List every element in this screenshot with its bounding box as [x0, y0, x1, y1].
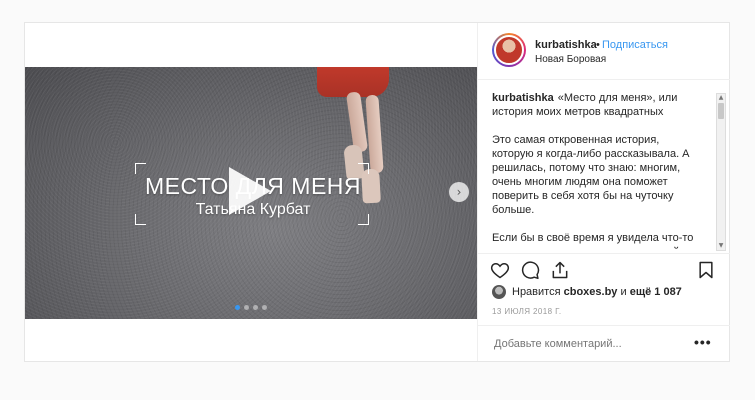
scroll-down-icon[interactable]: ▼ [717, 242, 725, 250]
username-link[interactable]: kurbatishka [535, 39, 597, 51]
post-date[interactable]: 13 ИЮЛЯ 2018 Г. [492, 307, 561, 316]
post-video[interactable]: МЕСТО ДЛЯ МЕНЯ Татьяна Курбат › [25, 67, 477, 319]
post-sidebar: kurbatishka • Подписаться Новая Боровая … [477, 23, 730, 361]
liker-username[interactable]: cboxes.by [564, 286, 618, 298]
caption: kurbatishka «Место для меня», или история… [492, 91, 702, 249]
likes-row: Нравится cboxes.by и ещё 1 087 [492, 285, 682, 299]
carousel-indicator [235, 305, 267, 310]
follow-separator: • [596, 39, 600, 51]
heart-icon[interactable] [490, 260, 510, 280]
more-options-icon[interactable]: ••• [694, 334, 712, 350]
caption-intro: kurbatishka «Место для меня», или история… [492, 91, 702, 119]
share-icon[interactable] [550, 260, 570, 280]
carousel-dot [244, 305, 249, 310]
scroll-thumb[interactable] [718, 103, 724, 119]
caption-paragraph-2: Если бы в своё время я увидела что-то по… [492, 232, 694, 249]
play-icon[interactable] [229, 167, 271, 215]
avatar[interactable] [492, 33, 526, 67]
likes-count[interactable]: ещё 1 087 [630, 286, 682, 298]
caption-scrollbar[interactable]: ▲ ▼ [716, 93, 726, 251]
follow-button[interactable]: Подписаться [602, 39, 668, 51]
avatar-image [494, 35, 524, 65]
comment-input[interactable] [492, 337, 676, 351]
scroll-up-icon[interactable]: ▲ [717, 94, 725, 102]
liker-avatar[interactable] [492, 285, 506, 299]
action-bar [478, 253, 730, 284]
carousel-dot [235, 305, 240, 310]
bookmark-icon[interactable] [696, 260, 716, 280]
post-header: kurbatishka • Подписаться Новая Боровая [478, 23, 730, 80]
chevron-right-icon[interactable]: › [449, 182, 469, 202]
post-card: МЕСТО ДЛЯ МЕНЯ Татьяна Курбат › kurbatis… [24, 22, 730, 362]
likes-prefix: Нравится [512, 286, 561, 298]
caption-username[interactable]: kurbatishka [492, 92, 554, 104]
carousel-dot [262, 305, 267, 310]
likes-mid: и [620, 286, 627, 298]
comment-icon[interactable] [520, 260, 540, 280]
carousel-dot [253, 305, 258, 310]
caption-paragraph-1: Это самая откровенная история, которую я… [492, 134, 690, 216]
comment-bar: ••• [478, 325, 730, 362]
location-link[interactable]: Новая Боровая [535, 54, 606, 65]
